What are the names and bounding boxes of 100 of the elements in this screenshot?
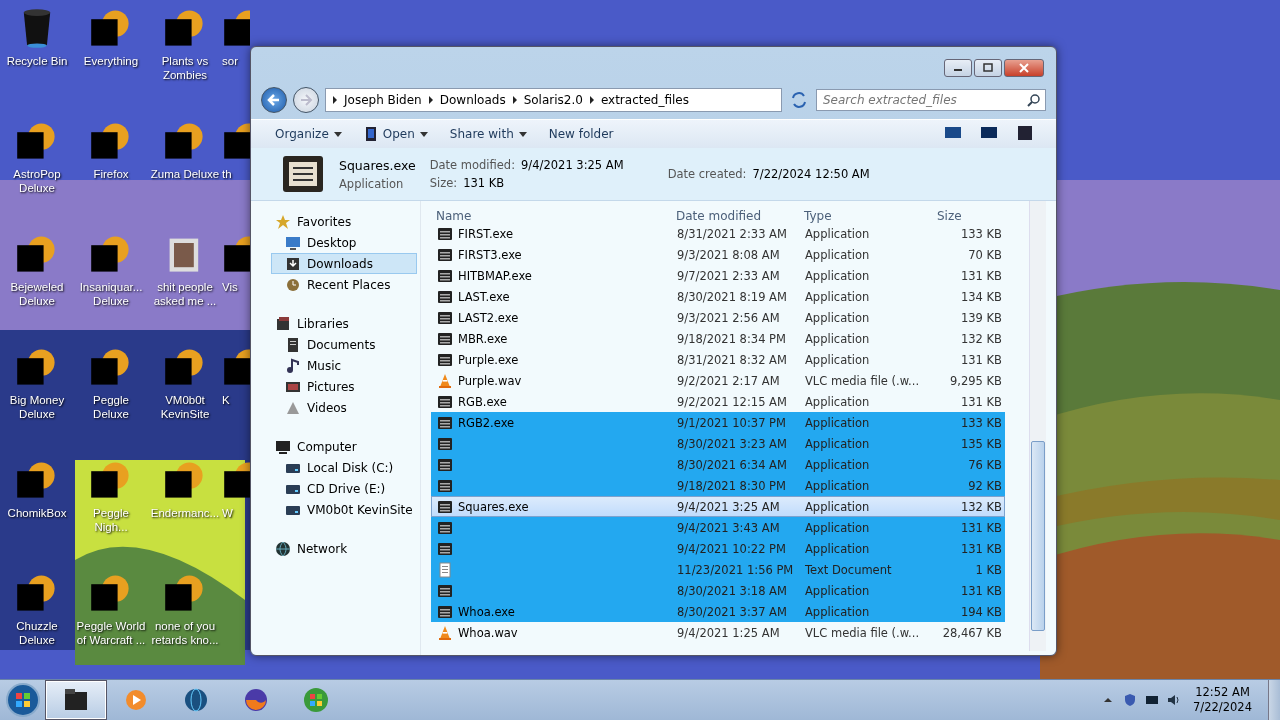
program-icon xyxy=(437,246,453,263)
toolbar-button[interactable]: Organize xyxy=(271,125,346,143)
close-button[interactable] xyxy=(1004,59,1044,77)
icon-label: Firefox xyxy=(92,167,130,181)
file-row[interactable]: 9/18/2021 8:30 PM Application 92 KB xyxy=(431,475,1005,496)
nav-item[interactable]: Music xyxy=(271,355,417,376)
file-row[interactable]: 11/23/2021 1:56 PM Text Document 1 KB xyxy=(431,559,1005,580)
toolbar-button[interactable]: Share with xyxy=(445,125,531,143)
chevron-icon xyxy=(332,96,338,104)
size-cell-text: 133 KB xyxy=(959,415,1003,430)
file-name: MBR.exe xyxy=(458,331,508,346)
type-cell-text: Application xyxy=(804,541,871,556)
nav-item[interactable]: Documents xyxy=(271,334,417,355)
column-header[interactable]: Name xyxy=(431,209,671,223)
file-name: RGB.exe xyxy=(458,394,507,409)
size-cell-text: 70 KB xyxy=(967,247,1003,262)
breadcrumb[interactable]: Solaris2.0 xyxy=(521,93,585,107)
file-row[interactable]: HITBMAP.exe 9/7/2021 2:33 AM Application 131 KB xyxy=(431,265,1005,286)
caret-icon xyxy=(419,131,428,137)
nav-item[interactable]: VM0b0t KevinSite xyxy=(271,499,417,520)
forward-button[interactable] xyxy=(293,87,319,113)
file-row[interactable]: LAST.exe 8/30/2021 8:19 AM Application 134 KB xyxy=(431,286,1005,307)
library-icon xyxy=(275,315,291,332)
icon-label: ChomikBox xyxy=(6,506,68,520)
column-header[interactable]: Type xyxy=(799,209,929,223)
icon-label: Big Money Deluxe xyxy=(8,393,66,421)
file-row[interactable]: RGB2.exe 9/1/2021 10:37 PM Application 133 KB xyxy=(431,412,1005,433)
icon-label: sor xyxy=(222,54,238,68)
size-cell-text: 134 KB xyxy=(959,289,1003,304)
file-row[interactable]: LAST2.exe 9/3/2021 2:56 AM Application 139 KB xyxy=(431,307,1005,328)
field-label: Size: xyxy=(429,176,458,190)
minimize-button[interactable] xyxy=(944,59,972,77)
breadcrumb[interactable]: Downloads xyxy=(437,93,508,107)
file-row[interactable]: Purple.wav 9/2/2021 2:17 AM VLC media file (.w... 9,295 KB xyxy=(431,370,1005,391)
program-icon xyxy=(437,540,453,557)
file-name: LAST.exe xyxy=(458,289,510,304)
scroll-thumb[interactable] xyxy=(1031,441,1045,631)
clock[interactable]: 12:52 AM 7/22/2024 xyxy=(1189,685,1256,715)
date-cell-text: 9/18/2021 8:34 PM xyxy=(676,331,787,346)
file-row[interactable]: 9/4/2021 10:22 PM Application 131 KB xyxy=(431,538,1005,559)
file-row[interactable]: FIRST.exe 8/31/2021 2:33 AM Application 133 KB xyxy=(431,223,1005,244)
monitor-icon[interactable] xyxy=(1145,693,1160,707)
nav-item[interactable]: Desktop xyxy=(271,232,417,253)
nav-item[interactable]: CD Drive (E:) xyxy=(271,478,417,499)
file-row[interactable]: FIRST3.exe 9/3/2021 8:08 AM Application 70 KB xyxy=(431,244,1005,265)
icon-label: Bejeweled Deluxe xyxy=(9,280,65,308)
search-field[interactable]: Search extracted_files xyxy=(816,89,1046,111)
nav-item[interactable]: Local Disk (C:) xyxy=(271,457,417,478)
breadcrumb[interactable]: Joseph Biden xyxy=(342,93,424,107)
column-header[interactable]: Date modified xyxy=(671,209,799,223)
nav-item[interactable]: Network xyxy=(271,538,417,559)
program-icon xyxy=(437,351,453,368)
search-icon xyxy=(1027,93,1041,107)
file-row[interactable]: Whoa.wav 9/4/2021 1:25 AM VLC media file (.w... 28,467 KB xyxy=(431,622,1005,643)
chevron-icon xyxy=(427,96,434,104)
file-row[interactable]: Whoa.exe 8/30/2021 3:37 AM Application 194 KB xyxy=(431,601,1005,622)
address-bar[interactable]: Joseph Biden Downloads Solaris2.0 extracted_files xyxy=(325,88,782,112)
program-icon xyxy=(437,498,453,515)
file-row[interactable]: RGB.exe 9/2/2021 12:15 AM Application 131 KB xyxy=(431,391,1005,412)
nav-item[interactable]: Computer xyxy=(271,436,417,457)
date-cell-text: 8/30/2021 3:37 AM xyxy=(676,604,788,619)
nav-item[interactable]: Pictures xyxy=(271,376,417,397)
file-row[interactable]: 9/4/2021 3:43 AM Application 131 KB xyxy=(431,517,1005,538)
chevron-icon xyxy=(511,96,518,104)
file-row[interactable]: 8/30/2021 3:18 AM Application 131 KB xyxy=(431,580,1005,601)
toolbar-button[interactable]: Open xyxy=(359,125,432,143)
type-cell-text: Application xyxy=(804,583,871,598)
type-cell-text: Application xyxy=(804,436,871,451)
caret-icon xyxy=(333,131,342,137)
show-desktop-button[interactable] xyxy=(1268,680,1280,720)
file-row[interactable]: MBR.exe 9/18/2021 8:34 PM Application 132 KB xyxy=(431,328,1005,349)
toolbar-button[interactable]: New folder xyxy=(544,125,618,143)
file-name: Squares.exe xyxy=(339,157,416,173)
date-cell-text: 9/2/2021 12:15 AM xyxy=(676,394,788,409)
type-cell-text: Application xyxy=(804,268,871,283)
file-type: Application xyxy=(339,176,405,191)
traffic-cone-icon xyxy=(437,372,453,389)
breadcrumb[interactable]: extracted_files xyxy=(598,93,691,107)
type-cell-text: Application xyxy=(804,604,871,619)
maximize-icon xyxy=(982,63,994,73)
file-row[interactable]: Purple.exe 8/31/2021 8:32 AM Application 131 KB xyxy=(431,349,1005,370)
maximize-button[interactable] xyxy=(974,59,1002,77)
scrollbar[interactable] xyxy=(1029,201,1046,651)
back-button[interactable] xyxy=(261,87,287,113)
icon-label: Peggle Nigh... xyxy=(92,506,130,534)
speaker-icon[interactable] xyxy=(1167,693,1182,707)
nav-item[interactable]: Libraries xyxy=(271,313,417,334)
nav-item[interactable]: Favorites xyxy=(271,211,417,232)
file-row[interactable]: 8/30/2021 3:23 AM Application 135 KB xyxy=(431,433,1005,454)
nav-item[interactable]: Recent Places xyxy=(271,274,417,295)
file-row[interactable]: Squares.exe 9/4/2021 3:25 AM Application 132 KB xyxy=(431,496,1005,517)
shield-icon[interactable] xyxy=(1123,693,1138,707)
nav-item[interactable]: Downloads xyxy=(271,253,417,274)
column-header[interactable]: Size xyxy=(929,209,1005,223)
date-cell-text: 8/30/2021 3:18 AM xyxy=(676,583,788,598)
taskbar-button[interactable] xyxy=(46,681,106,719)
icon-label: Everything xyxy=(82,54,140,68)
close-icon xyxy=(1018,63,1030,73)
file-row[interactable]: 8/30/2021 6:34 AM Application 76 KB xyxy=(431,454,1005,475)
nav-item[interactable]: Videos xyxy=(271,397,417,418)
